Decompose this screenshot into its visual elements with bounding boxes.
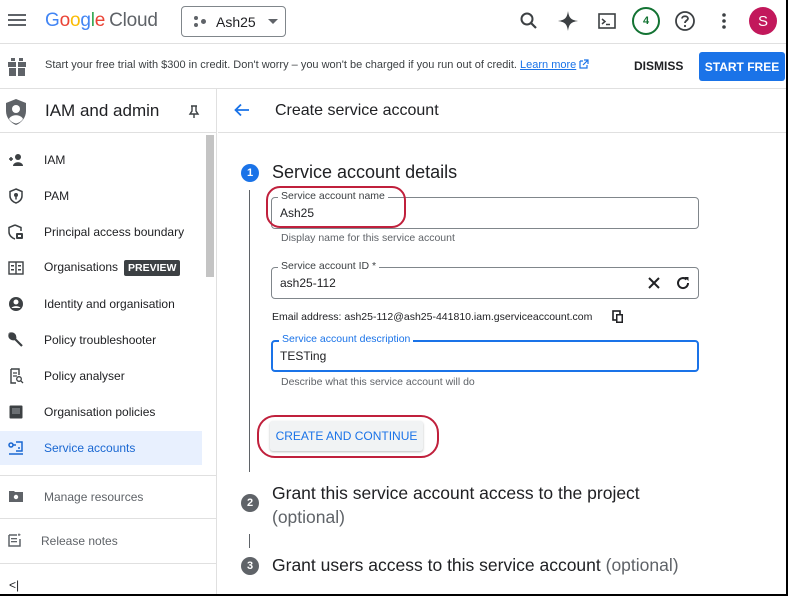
back-arrow-icon[interactable] (233, 101, 251, 124)
sidebar-item-organisations[interactable]: Organisations PREVIEW (0, 251, 202, 285)
optional-label: (optional) (605, 555, 679, 575)
policy-analyser-icon (10, 368, 24, 384)
refresh-icon[interactable] (676, 276, 690, 290)
pin-icon[interactable] (188, 105, 200, 124)
shield-icon (9, 188, 23, 204)
account-avatar[interactable]: S (748, 6, 778, 36)
service-account-description-field[interactable]: Service account description (271, 333, 699, 372)
start-free-button[interactable]: START FREE (699, 52, 785, 81)
service-account-name-label: Service account name (278, 190, 388, 202)
top-app-bar: Google Cloud Ash25 4 S (0, 0, 788, 44)
step-1-title: Service account details (272, 162, 458, 182)
page-header: Create service account (218, 89, 788, 133)
sidebar-header: IAM and admin (0, 89, 216, 133)
service-account-id-field[interactable]: Service account ID * (271, 260, 699, 299)
service-account-name-input[interactable] (280, 206, 610, 220)
service-account-description-input[interactable] (280, 349, 610, 363)
release-notes-icon (8, 533, 21, 547)
page-title: Create service account (275, 102, 439, 119)
cloud-shell-icon[interactable] (592, 6, 622, 36)
sidebar-title: IAM and admin (45, 101, 160, 120)
clear-icon[interactable] (647, 276, 661, 290)
more-vert-icon[interactable] (709, 6, 739, 36)
release-notes-link[interactable]: Release notes (0, 521, 216, 561)
step-3-title[interactable]: Grant users access to this service accou… (272, 555, 679, 576)
person-add-icon (9, 154, 23, 166)
sidebar-divider (0, 518, 216, 519)
organisation-icon (8, 261, 24, 275)
wrench-icon (8, 332, 23, 347)
project-picker[interactable]: Ash25 (181, 6, 286, 37)
manage-resources-link[interactable]: Manage resources (0, 477, 216, 517)
email-address: Email address: ash25-112@ash25-441810.ia… (272, 311, 593, 323)
optional-label: (optional) (272, 507, 345, 527)
policy-icon (9, 405, 23, 419)
sidebar-item-policy-troubleshooter[interactable]: Policy troubleshooter (0, 323, 202, 357)
sidebar-item-iam[interactable]: IAM (0, 143, 202, 177)
sidebar-scrollbar[interactable] (206, 135, 214, 277)
stepper-line (249, 190, 250, 472)
step-3-indicator: 3 (241, 557, 259, 575)
google-cloud-logo[interactable]: Google Cloud (45, 10, 158, 32)
help-icon[interactable] (670, 6, 700, 36)
service-account-id-input[interactable] (280, 276, 610, 290)
stepper-line (249, 534, 250, 548)
iam-shield-icon (4, 98, 28, 131)
banner-message: Start your free trial with $300 in credi… (45, 59, 589, 71)
sidebar-item-pam[interactable]: PAM (0, 179, 202, 213)
gift-icon (7, 57, 27, 82)
project-name: Ash25 (216, 13, 256, 30)
copy-icon[interactable] (612, 310, 624, 324)
service-account-name-field[interactable]: Service account name (271, 190, 699, 229)
chevron-down-icon (267, 19, 278, 24)
collapse-sidebar-button[interactable]: <| (9, 578, 19, 592)
gemini-sparkle-icon[interactable] (553, 6, 583, 36)
sidebar-item-service-accounts[interactable]: Service accounts (0, 431, 202, 465)
learn-more-link[interactable]: Learn more (520, 59, 576, 71)
dismiss-button[interactable]: DISMISS (634, 59, 683, 73)
create-and-continue-button[interactable]: CREATE AND CONTINUE (270, 421, 423, 451)
sidebar-divider (0, 563, 216, 564)
service-account-description-label: Service account description (279, 333, 414, 345)
service-account-id-label: Service account ID * (278, 260, 380, 272)
notifications-badge[interactable]: 4 (631, 6, 661, 36)
sidebar-item-principal-access-boundary[interactable]: Principal access boundary (0, 215, 202, 249)
sidebar-item-organisation-policies[interactable]: Organisation policies (0, 395, 202, 429)
step-1-indicator: 1 (241, 164, 259, 182)
sidebar-item-identity-and-organisation[interactable]: Identity and organisation (0, 287, 202, 321)
boundary-icon (8, 224, 23, 240)
service-account-name-hint: Display name for this service account (281, 232, 455, 244)
step-2-indicator: 2 (241, 494, 259, 512)
free-trial-banner: Start your free trial with $300 in credi… (0, 44, 788, 89)
project-dots-icon (194, 15, 208, 29)
service-account-description-hint: Describe what this service account will … (281, 376, 475, 388)
account-circle-icon (9, 297, 23, 311)
sidebar-divider (0, 475, 216, 476)
preview-badge: PREVIEW (124, 260, 181, 276)
manage-resources-icon (9, 491, 23, 502)
main-menu-icon[interactable] (8, 12, 26, 30)
service-account-icon (8, 441, 23, 455)
search-icon[interactable] (514, 6, 544, 36)
sidebar-item-policy-analyser[interactable]: Policy analyser (0, 359, 202, 393)
external-link-icon (579, 59, 589, 69)
step-2-title[interactable]: Grant this service account access to the… (272, 481, 640, 529)
